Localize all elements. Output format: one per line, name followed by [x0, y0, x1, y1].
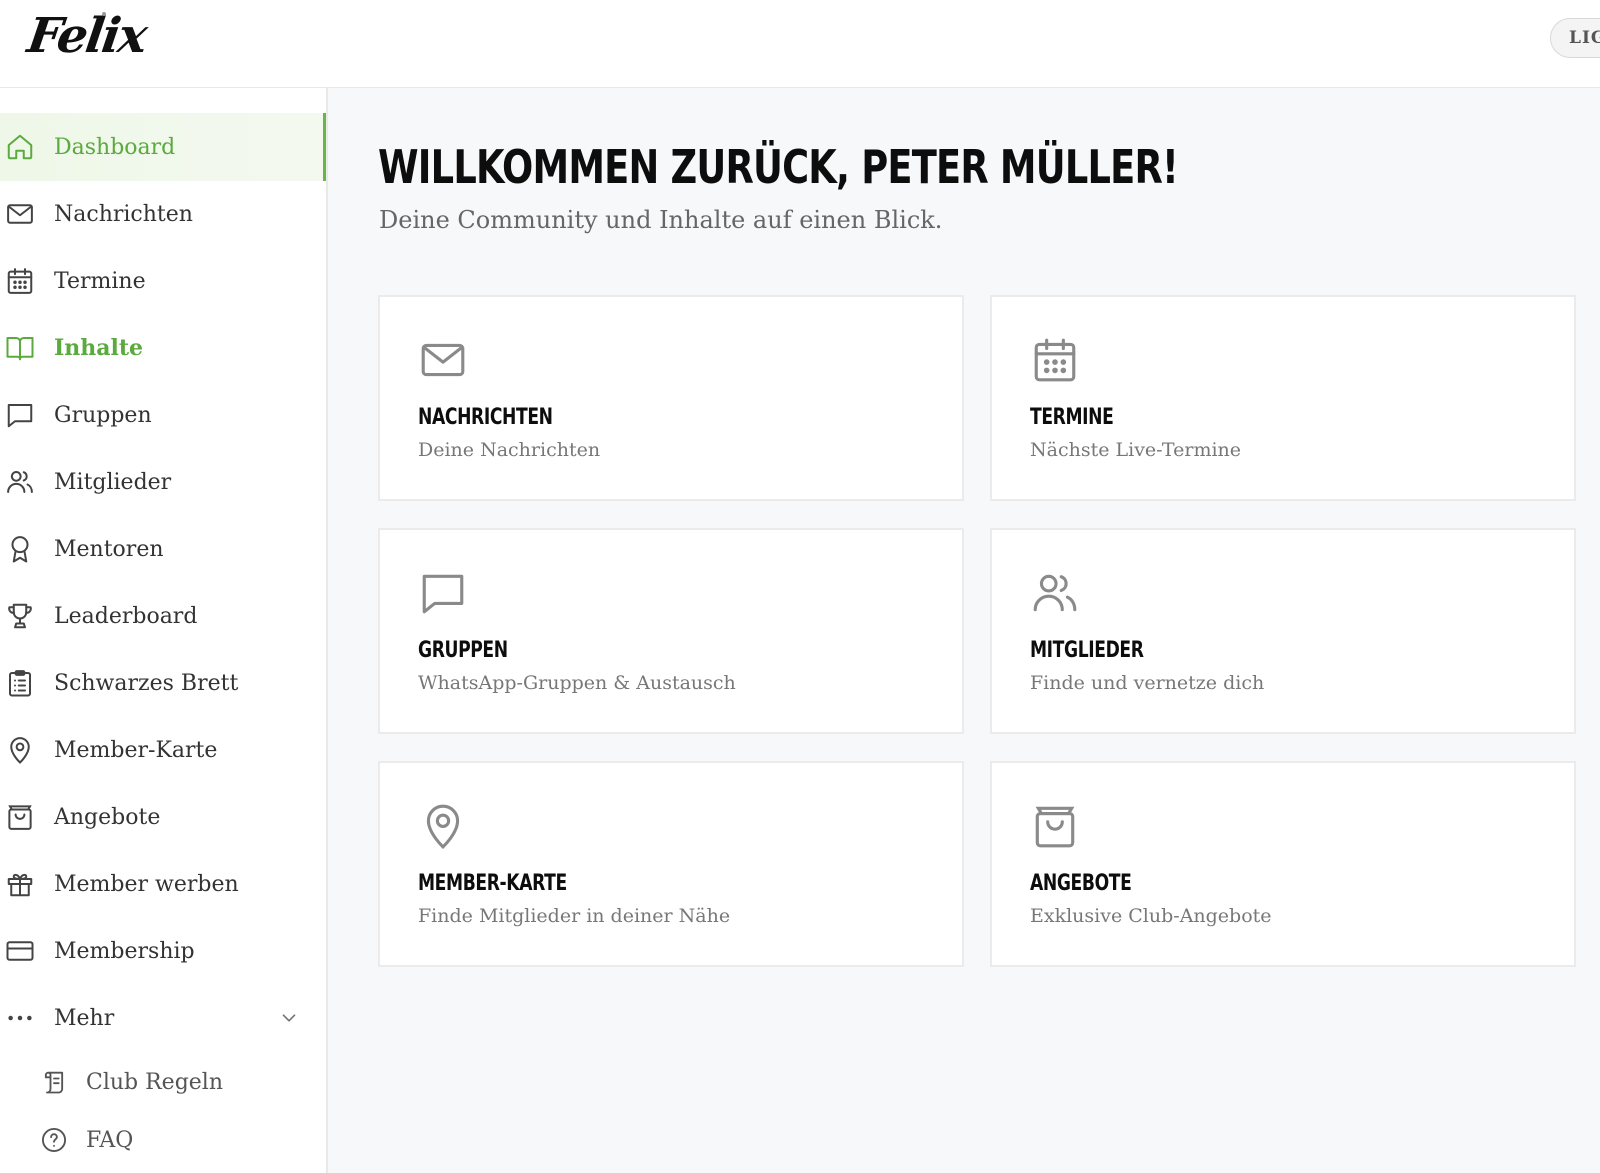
card-description: Finde und vernetze dich — [1030, 672, 1265, 694]
card-description: Deine Nachrichten — [418, 439, 601, 461]
book-open-icon — [5, 333, 35, 363]
gift-icon — [5, 869, 35, 899]
users-icon — [1030, 568, 1080, 618]
sidebar-nav: Dashboard Nachrichten Termine Inhalte Gr… — [0, 88, 328, 1173]
sidebar-item-mentoren[interactable]: Mentoren — [0, 515, 326, 583]
map-pin-icon — [5, 735, 35, 765]
sidebar-item-termine[interactable]: Termine — [0, 247, 326, 315]
sidebar-item-mehr[interactable]: Mehr — [0, 984, 326, 1052]
main-content: WILLKOMMEN ZURÜCK, PETER MÜLLER! Deine C… — [328, 88, 1600, 1173]
sidebar-item-label: Leaderboard — [54, 603, 198, 629]
card-nachrichten[interactable]: NACHRICHTEN Deine Nachrichten — [378, 295, 964, 501]
sidebar-item-label: Schwarzes Brett — [54, 670, 239, 696]
sidebar-subitem-label: FAQ — [86, 1127, 134, 1153]
sidebar-item-label: Member werben — [54, 871, 239, 897]
mail-icon — [5, 199, 35, 229]
sidebar-item-label: Membership — [54, 938, 195, 964]
card-description: Exklusive Club-Angebote — [1030, 905, 1272, 927]
calendar-icon — [5, 266, 35, 296]
sidebar-subitem-faq[interactable]: FAQ — [0, 1112, 326, 1168]
card-gruppen[interactable]: GRUPPEN WhatsApp-Gruppen & Austausch — [378, 528, 964, 734]
card-title: MITGLIEDER — [1030, 638, 1144, 663]
shopping-bag-icon — [5, 802, 35, 832]
sidebar-item-member-karte[interactable]: Member-Karte — [0, 716, 326, 784]
sidebar-item-label: Member-Karte — [54, 737, 218, 763]
card-description: Finde Mitglieder in deiner Nähe — [418, 905, 731, 927]
sidebar-item-gruppen[interactable]: Gruppen — [0, 381, 326, 449]
card-termine[interactable]: TERMINE Nächste Live-Termine — [990, 295, 1576, 501]
home-icon — [5, 132, 35, 162]
theme-toggle-button[interactable]: LIG — [1550, 18, 1600, 58]
card-title: ANGEBOTE — [1030, 871, 1132, 896]
credit-card-icon — [5, 936, 35, 966]
sidebar-item-label: Mehr — [54, 1005, 115, 1031]
sidebar-item-leaderboard[interactable]: Leaderboard — [0, 582, 326, 650]
sidebar-item-dashboard[interactable]: Dashboard — [0, 113, 326, 181]
help-circle-icon — [41, 1127, 67, 1153]
chat-icon — [418, 568, 468, 618]
sidebar-subitem-label: Club Regeln — [86, 1069, 224, 1095]
sidebar-item-member-werben[interactable]: Member werben — [0, 850, 326, 918]
sidebar-item-angebote[interactable]: Angebote — [0, 783, 326, 851]
card-mitglieder[interactable]: MITGLIEDER Finde und vernetze dich — [990, 528, 1576, 734]
clipboard-icon — [5, 668, 35, 698]
shopping-bag-icon — [1030, 801, 1080, 851]
sidebar-item-label: Inhalte — [54, 335, 144, 361]
sidebar-item-inhalte[interactable]: Inhalte — [0, 314, 326, 382]
card-title: GRUPPEN — [418, 638, 508, 663]
card-title: MEMBER-KARTE — [418, 871, 567, 896]
sidebar-subitem-club-regeln[interactable]: Club Regeln — [0, 1054, 326, 1110]
mail-icon — [418, 335, 468, 385]
sidebar-item-label: Mentoren — [54, 536, 164, 562]
sidebar-item-label: Nachrichten — [54, 201, 193, 227]
sidebar-item-membership[interactable]: Membership — [0, 917, 326, 985]
sidebar-item-label: Angebote — [54, 804, 161, 830]
page-subtitle: Deine Community und Inhalte auf einen Bl… — [379, 206, 943, 234]
scroll-icon — [44, 1071, 64, 1094]
award-icon — [5, 534, 35, 564]
logo-trademark-dot — [102, 12, 106, 16]
users-icon — [5, 467, 35, 497]
sidebar-item-mitglieder[interactable]: Mitglieder — [0, 448, 326, 516]
sidebar-item-schwarzes-brett[interactable]: Schwarzes Brett — [0, 649, 326, 717]
card-title: TERMINE — [1030, 405, 1114, 430]
chevron-down-icon[interactable] — [278, 1007, 300, 1029]
calendar-icon — [1030, 335, 1080, 385]
more-dots-icon — [5, 1003, 35, 1033]
card-title: NACHRICHTEN — [418, 405, 553, 430]
top-header: Felix LIG — [0, 0, 1600, 88]
card-angebote[interactable]: ANGEBOTE Exklusive Club-Angebote — [990, 761, 1576, 967]
map-pin-icon — [418, 801, 468, 851]
card-member-karte[interactable]: MEMBER-KARTE Finde Mitglieder in deiner … — [378, 761, 964, 967]
sidebar-item-label: Mitglieder — [54, 469, 172, 495]
sidebar-item-nachrichten[interactable]: Nachrichten — [0, 180, 326, 248]
card-description: WhatsApp-Gruppen & Austausch — [418, 672, 736, 694]
sidebar-item-label: Termine — [54, 268, 146, 294]
brand-logo[interactable]: Felix — [24, 8, 149, 64]
page-title: WILLKOMMEN ZURÜCK, PETER MÜLLER! — [378, 140, 1179, 194]
card-description: Nächste Live-Termine — [1030, 439, 1242, 461]
chat-icon — [5, 400, 35, 430]
trophy-icon — [5, 601, 35, 631]
sidebar-item-label: Dashboard — [54, 134, 176, 160]
sidebar-item-label: Gruppen — [54, 402, 152, 428]
